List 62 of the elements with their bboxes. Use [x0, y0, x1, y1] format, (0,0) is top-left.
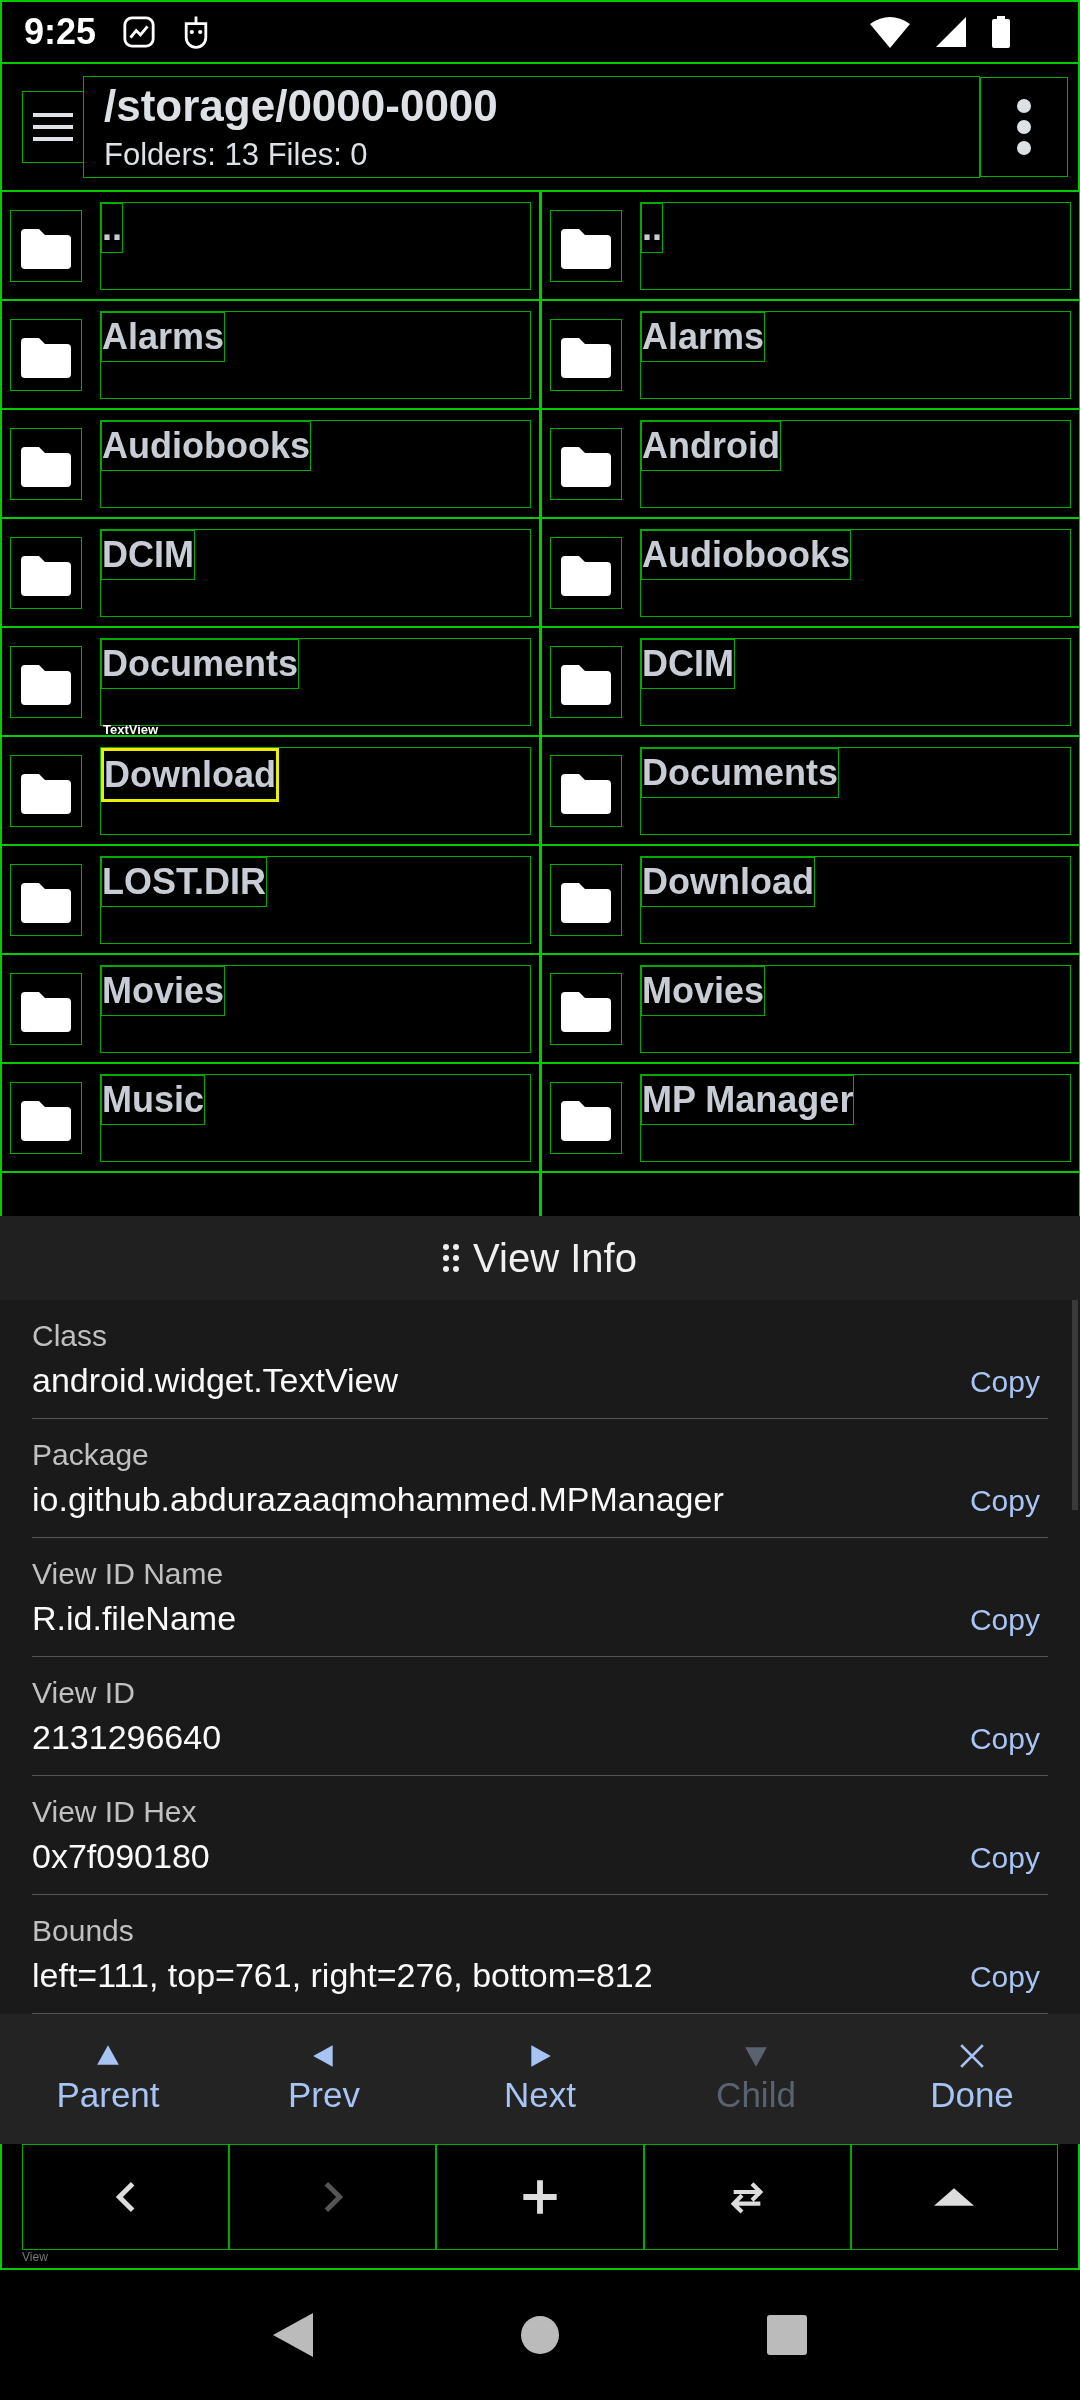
selection-label: TextView — [103, 721, 159, 737]
field-value: 0x7f090180 — [32, 1836, 211, 1876]
panel-title: View Info — [473, 1235, 637, 1281]
back-icon[interactable] — [273, 2313, 314, 2357]
field-value: android.widget.TextView — [32, 1360, 400, 1400]
folder-summary: Folders: 13 Files: 0 — [104, 137, 369, 173]
folder-name[interactable]: Movies — [641, 965, 766, 1016]
signal-icon — [936, 17, 966, 47]
folder-name[interactable]: Audiobooks — [641, 529, 851, 580]
field-label: View ID Name — [32, 1556, 225, 1591]
folder-name[interactable]: Alarms — [101, 311, 226, 362]
folder-name[interactable]: DCIM — [101, 529, 195, 580]
nav-action-button[interactable]: Prev — [216, 2014, 432, 2144]
drag-handle-icon[interactable] — [443, 1244, 460, 1272]
more-options-icon[interactable] — [1016, 98, 1032, 156]
field-value: io.github.abdurazaaqmohammed.MPManager — [32, 1479, 725, 1519]
folder-name[interactable]: LOST.DIR — [101, 856, 267, 907]
toolbar-button[interactable] — [643, 2144, 851, 2250]
folder-name[interactable]: .. — [641, 202, 663, 253]
nav-action-button[interactable]: Next — [432, 2014, 648, 2144]
clock: 9:25 — [24, 11, 97, 53]
field-label: Class — [32, 1318, 108, 1353]
folder-name[interactable]: MP Manager — [641, 1074, 855, 1125]
folder-name[interactable]: Android — [641, 420, 781, 471]
menu-icon[interactable] — [33, 112, 73, 142]
copy-button[interactable]: Copy — [969, 1602, 1048, 1637]
folder-path: /storage/0000-0000 — [104, 81, 499, 131]
folder-name[interactable]: Download — [641, 856, 815, 907]
recents-icon[interactable] — [766, 2315, 807, 2355]
folder-name[interactable]: Documents — [641, 747, 840, 798]
folder-name[interactable]: Download — [101, 747, 279, 802]
view-label: View — [22, 2250, 49, 2264]
folder-name[interactable]: Audiobooks — [101, 420, 311, 471]
copy-button[interactable]: Copy — [969, 1364, 1048, 1399]
copy-button[interactable]: Copy — [969, 1721, 1048, 1756]
copy-button[interactable]: Copy — [969, 1959, 1048, 1994]
copy-button[interactable]: Copy — [969, 1483, 1048, 1518]
wifi-icon — [870, 16, 910, 48]
folder-name[interactable]: Alarms — [641, 311, 766, 362]
folder-name[interactable]: Music — [101, 1074, 206, 1125]
toolbar-button[interactable] — [436, 2144, 644, 2250]
field-label: Bounds — [32, 1913, 135, 1948]
nav-action-button[interactable]: Parent — [0, 2014, 216, 2144]
nav-action-button[interactable]: Done — [864, 2014, 1080, 2144]
field-value: left=111, top=761, right=276, bottom=812 — [32, 1955, 654, 1995]
field-label: Package — [32, 1437, 150, 1472]
folder-name[interactable]: DCIM — [641, 638, 735, 689]
copy-button[interactable]: Copy — [969, 1840, 1048, 1875]
field-value: R.id.fileName — [32, 1598, 238, 1638]
home-icon[interactable] — [520, 2315, 560, 2355]
battery-icon — [992, 16, 1010, 48]
field-label: View ID Hex — [32, 1794, 198, 1829]
field-label: View ID — [32, 1675, 136, 1710]
field-value: 2131296640 — [32, 1717, 223, 1757]
close-icon — [959, 2043, 985, 2069]
chart-icon — [122, 15, 157, 49]
folder-name[interactable]: Documents — [101, 638, 300, 689]
folder-name[interactable]: Movies — [101, 965, 226, 1016]
toolbar-button[interactable] — [850, 2144, 1058, 2250]
toolbar-button[interactable] — [229, 2144, 437, 2250]
folder-name[interactable]: .. — [101, 202, 123, 253]
toolbar-button[interactable] — [22, 2144, 230, 2250]
